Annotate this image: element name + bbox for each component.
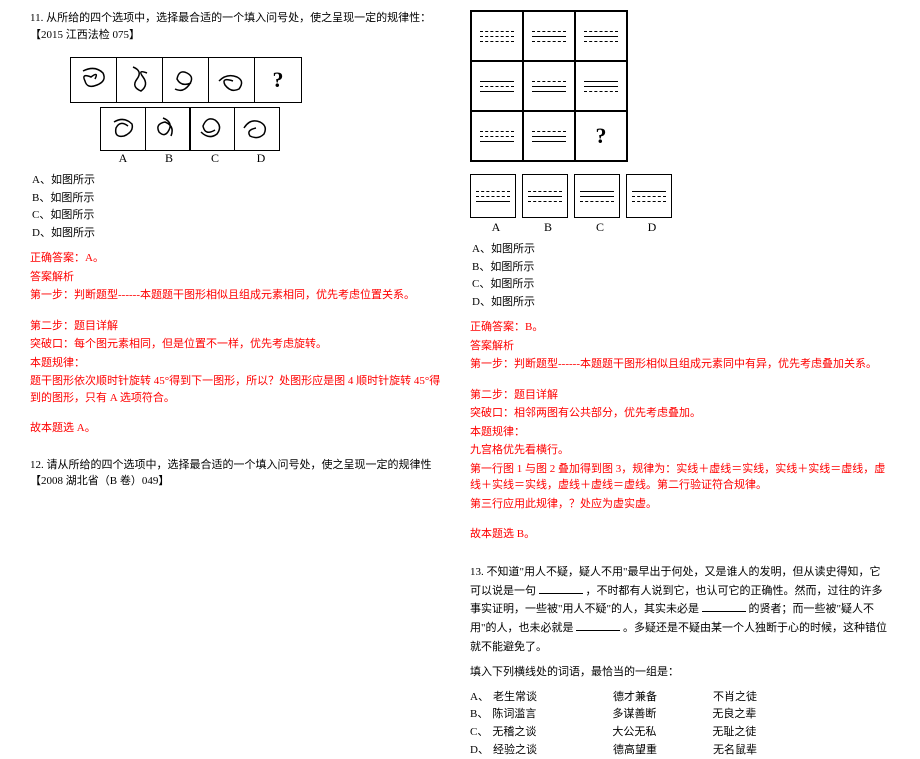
q13-option-c: C、 无稽之谈 大公无私 无耻之徒 [470, 724, 890, 742]
q13-option-d: D、 经验之谈 德高望重 无名鼠辈 [470, 742, 890, 759]
q11-options-figure [100, 107, 278, 151]
q11-question-figure: ? [70, 57, 302, 103]
q12-label-b: B [522, 220, 574, 235]
q11-label-c: C [192, 151, 238, 166]
q12-cell-3-2 [523, 111, 575, 161]
q12-answer: 正确答案：B。 [470, 319, 890, 336]
left-column: 11. 从所给的四个选项中，选择最合适的一个填入问号处，使之呈现一定的规律性：【… [20, 10, 460, 641]
blank-1 [539, 583, 583, 594]
q11-title: 11. 从所给的四个选项中，选择最合适的一个填入问号处，使之呈现一定的规律性：【… [30, 10, 450, 43]
q12-option-b: B、如图所示 [472, 259, 890, 277]
q11-fig-question: ? [255, 58, 301, 102]
q11-fig-3 [163, 58, 209, 102]
q12-option-a: A、如图所示 [472, 241, 890, 259]
q13-options: A、 老生常谈 德才兼备 不肖之徒 B、 陈词滥言 多谋善断 无良之辈 C、 无… [470, 689, 890, 759]
question-12-header: 12. 请从所给的四个选项中，选择最合适的一个填入问号处，使之呈现一定的规律性【… [30, 457, 450, 490]
q12-opt-fig-c [574, 174, 620, 218]
q11-option-a: A、如图所示 [32, 172, 450, 190]
right-column: ? A B C D A、如图所示 B、如图所示 C、如图所示 D、如图所示 正确… [460, 10, 900, 641]
q12-cell-3-1 [471, 111, 523, 161]
q12-label-a: A [470, 220, 522, 235]
q12-option-c: C、如图所示 [472, 276, 890, 294]
q11-opt-fig-a [100, 107, 146, 151]
question-13: 13. 不知道"用人不疑，疑人不用"最早出于何处，又是谁人的发明，但从读史得知，… [470, 563, 890, 759]
question-12: ? A B C D A、如图所示 B、如图所示 C、如图所示 D、如图所示 正确… [470, 10, 890, 543]
q11-opt-fig-b [145, 107, 191, 151]
q11-option-labels: A B C D [100, 151, 450, 166]
q12-cell-1-3 [575, 11, 627, 61]
q11-label-a: A [100, 151, 146, 166]
q12-opt-fig-b [522, 174, 568, 218]
q13-prompt: 填入下列横线处的词语，最恰当的一组是： [470, 664, 890, 681]
q11-fig-4 [209, 58, 255, 102]
q12-title: 12. 请从所给的四个选项中，选择最合适的一个填入问号处，使之呈现一定的规律性【… [30, 457, 450, 490]
blank-2 [702, 601, 746, 612]
q12-analysis: 正确答案：B。 答案解析 第一步：判断题型------本题题干图形相似且组成元素… [470, 319, 890, 543]
q12-grid-figure: ? [470, 10, 628, 162]
q11-label-b: B [146, 151, 192, 166]
q11-answer: 正确答案：A。 [30, 250, 450, 267]
blank-3 [576, 620, 620, 631]
q11-option-b: B、如图所示 [32, 190, 450, 208]
q12-cell-2-2 [523, 61, 575, 111]
question-11: 11. 从所给的四个选项中，选择最合适的一个填入问号处，使之呈现一定的规律性：【… [30, 10, 450, 437]
q12-cell-1-1 [471, 11, 523, 61]
q12-option-d: D、如图所示 [472, 294, 890, 312]
q13-option-b: B、 陈词滥言 多谋善断 无良之辈 [470, 706, 890, 724]
q11-analysis: 正确答案：A。 答案解析 第一步：判断题型------本题题干图形相似且组成元素… [30, 250, 450, 437]
q11-option-d: D、如图所示 [32, 225, 450, 243]
q12-opt-fig-d [626, 174, 672, 218]
q12-option-labels: A B C D [470, 220, 890, 235]
q12-label-c: C [574, 220, 626, 235]
q12-options-figure [470, 174, 890, 218]
q12-label-d: D [626, 220, 678, 235]
q11-fig-2 [117, 58, 163, 102]
q11-option-c: C、如图所示 [32, 207, 450, 225]
q11-opt-fig-d [234, 107, 280, 151]
q12-cell-2-3 [575, 61, 627, 111]
q13-option-a: A、 老生常谈 德才兼备 不肖之徒 [470, 689, 890, 707]
q12-cell-1-2 [523, 11, 575, 61]
q12-cell-2-1 [471, 61, 523, 111]
q13-stem: 13. 不知道"用人不疑，疑人不用"最早出于何处，又是谁人的发明，但从读史得知，… [470, 563, 890, 656]
q11-label-d: D [238, 151, 284, 166]
q11-opt-fig-c [189, 107, 235, 151]
q12-opt-fig-a [470, 174, 516, 218]
q11-fig-1 [71, 58, 117, 102]
q12-cell-3-3: ? [575, 111, 627, 161]
